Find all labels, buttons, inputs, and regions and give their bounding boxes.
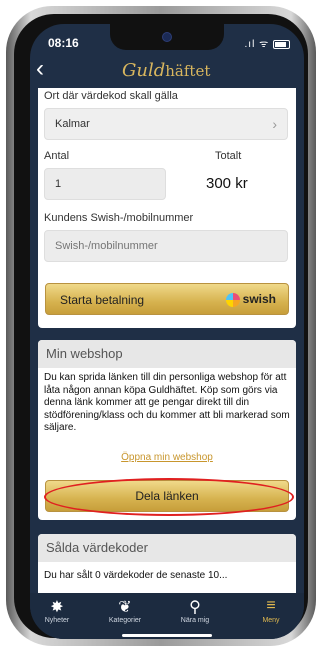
battery-icon: [273, 39, 290, 49]
amount-value: 1: [55, 178, 62, 190]
news-icon: ✸: [50, 599, 64, 616]
logo-script: Guld: [122, 60, 166, 81]
webshop-title: Min webshop: [38, 340, 296, 368]
notch: [110, 24, 224, 50]
signal-wifi-icon: .ıl ᯤ: [244, 39, 270, 50]
sold-codes-text: Du har sålt 0 värdekoder de senaste 10..…: [44, 570, 228, 581]
amount-label: Antal: [44, 150, 70, 162]
app-logo: Guldhäftet: [122, 60, 210, 81]
sold-codes-card: Sålda värdekoder Du har sålt 0 värdekode…: [38, 534, 296, 593]
home-indicator[interactable]: [122, 634, 212, 637]
nav-item-near-me[interactable]: ⚲ Nära mig: [170, 597, 220, 624]
camera-icon: [162, 32, 172, 42]
nav-label-news: Nyheter: [44, 617, 70, 624]
location-label: Ort där värdekod skall gälla: [44, 90, 178, 102]
sold-codes-title: Sålda värdekoder: [38, 534, 296, 562]
nav-label-categories: Kategorier: [108, 617, 142, 624]
total-value: 300 kr: [206, 175, 248, 192]
webshop-description: Du kan sprida länken till din personliga…: [44, 372, 290, 433]
open-webshop-link[interactable]: Öppna min webshop: [38, 452, 296, 463]
share-link-button[interactable]: Dela länken: [44, 478, 294, 516]
location-select[interactable]: Kalmar ›: [44, 108, 288, 140]
scroll-content[interactable]: Ort där värdekod skall gälla Kalmar › An…: [30, 88, 304, 593]
back-button[interactable]: ‹: [36, 57, 44, 81]
nav-label-near-me: Nära mig: [180, 617, 210, 624]
status-time: 08:16: [48, 36, 79, 50]
payment-card: Ort där värdekod skall gälla Kalmar › An…: [38, 88, 296, 328]
start-payment-label: Starta betalning: [60, 293, 145, 307]
start-payment-button[interactable]: Starta betalning swish: [45, 283, 289, 315]
location-value: Kalmar: [55, 118, 90, 130]
categories-icon: ❦: [118, 599, 132, 616]
swish-brand: swish: [242, 292, 276, 306]
swish-icon: [225, 292, 240, 307]
menu-icon: ≡: [266, 597, 276, 614]
nav-item-menu[interactable]: ≡ Meny: [246, 597, 296, 624]
phone-label: Kundens Swish-/mobilnummer: [44, 212, 194, 224]
total-label: Totalt: [215, 150, 242, 162]
app-screen: 08:16 .ıl ᯤ ‹ Guldhäftet Ort där värdeko…: [30, 24, 304, 639]
bottom-nav: ✸ Nyheter ❦ Kategorier ⚲ Nära mig ≡ Meny: [30, 593, 304, 639]
chevron-right-icon: ›: [272, 116, 277, 132]
phone-input[interactable]: [44, 230, 288, 262]
highlight-ellipse: [44, 478, 294, 516]
nav-label-menu: Meny: [262, 617, 280, 624]
nav-item-categories[interactable]: ❦ Kategorier: [100, 597, 150, 624]
location-pin-icon: ⚲: [189, 599, 201, 616]
logo-text: häftet: [165, 62, 211, 80]
swish-logo: swish: [225, 292, 276, 307]
webshop-card: Min webshop Du kan sprida länken till di…: [38, 340, 296, 520]
status-icons: .ıl ᯤ: [245, 36, 290, 50]
amount-input[interactable]: 1: [44, 168, 166, 200]
nav-item-news[interactable]: ✸ Nyheter: [32, 597, 82, 624]
